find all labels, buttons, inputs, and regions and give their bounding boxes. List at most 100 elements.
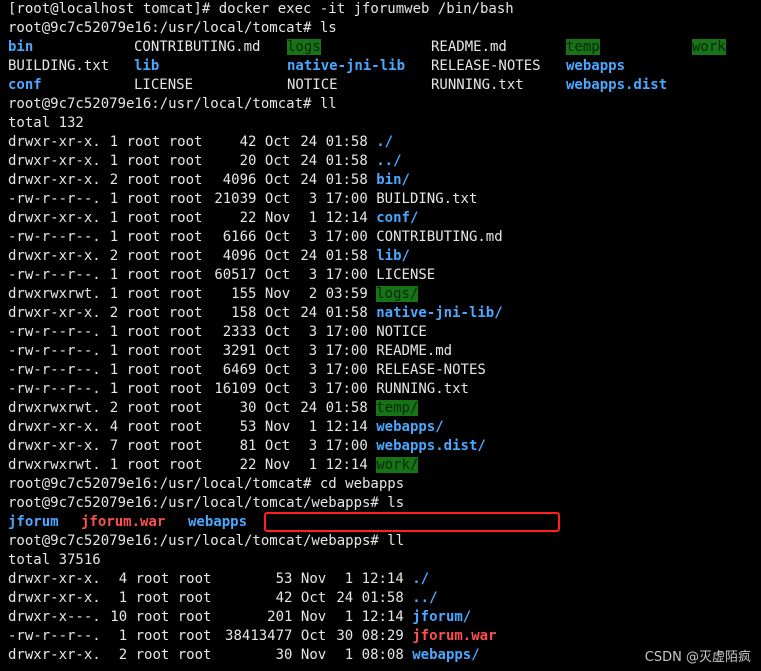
ls-entry: CONTRIBUTING.md <box>134 39 261 55</box>
ls-entry: RUNNING.txt <box>431 77 524 93</box>
text-fragment <box>160 153 168 169</box>
text-fragment <box>118 286 126 302</box>
text-fragment <box>101 191 109 207</box>
text-fragment <box>256 438 264 454</box>
month: Oct <box>264 343 291 359</box>
command-text: [root@localhost tomcat]# docker exec -it… <box>8 1 514 17</box>
file-size: 22 <box>239 457 257 473</box>
text-fragment <box>404 628 412 644</box>
permissions: drwxr-xr-x. <box>8 248 101 264</box>
text-fragment <box>317 324 325 340</box>
owner: root <box>135 609 170 625</box>
ll-row: drwxr-xr-x. 1 root root 22 Nov 1 12:14 con… <box>8 209 758 228</box>
ls-entry: BUILDING.txt <box>8 58 110 74</box>
text-fragment <box>160 305 168 321</box>
text-fragment <box>368 191 376 207</box>
permissions: drwxr-xr-x. <box>8 153 101 169</box>
month: Oct <box>264 229 291 245</box>
text-fragment <box>353 590 361 606</box>
text-fragment <box>101 362 109 378</box>
ls-entry: native-jni-lib <box>287 58 406 74</box>
owner: root <box>126 267 161 283</box>
time: 01:58 <box>325 134 368 150</box>
text-fragment <box>118 457 126 473</box>
text-fragment <box>101 609 109 625</box>
text-fragment <box>317 438 325 454</box>
highlight-box <box>264 512 560 532</box>
text-fragment <box>292 628 300 644</box>
text-fragment <box>256 286 264 302</box>
file-name: bin/ <box>376 172 410 188</box>
text-fragment <box>118 134 126 150</box>
text-fragment <box>118 400 126 416</box>
day: 3 <box>308 229 318 245</box>
ls-entry-cell: bin <box>8 38 134 57</box>
time: 12:14 <box>325 210 368 226</box>
time: 17:00 <box>325 343 368 359</box>
text-fragment <box>368 324 376 340</box>
text-fragment <box>169 571 177 587</box>
text-fragment <box>368 381 376 397</box>
text-fragment <box>317 343 325 359</box>
month: Oct <box>264 438 291 454</box>
file-size: 30 <box>275 647 293 663</box>
ll-row: drwxrwxrwt. 1 root root 155 Nov 2 03:59 lo… <box>8 285 758 304</box>
time: 01:58 <box>325 153 368 169</box>
ll-row: -rw-r--r--. 1 root root 16109 Oct 3 17:00 … <box>8 380 758 399</box>
text-fragment <box>160 457 168 473</box>
text-fragment <box>101 248 109 264</box>
file-size: 201 <box>267 609 293 625</box>
time: 17:00 <box>325 362 368 378</box>
link-count: 4 <box>118 571 128 587</box>
day: 3 <box>308 343 318 359</box>
link-count: 2 <box>109 248 119 264</box>
text-fragment <box>118 191 126 207</box>
owner: root <box>126 381 161 397</box>
owner: root <box>126 343 161 359</box>
group: root <box>168 381 203 397</box>
file-size: 22 <box>239 210 257 226</box>
permissions: drwxr-xr-x. <box>8 647 101 663</box>
text-fragment <box>353 609 361 625</box>
ls-entry-cell: work <box>692 38 752 57</box>
owner: root <box>126 438 161 454</box>
group: root <box>168 343 203 359</box>
text-fragment <box>292 609 300 625</box>
owner: root <box>135 571 170 587</box>
month: Nov <box>300 609 327 625</box>
owner: root <box>126 172 161 188</box>
owner: root <box>135 647 170 663</box>
file-name: native-jni-lib/ <box>376 305 503 321</box>
day: 3 <box>308 362 318 378</box>
text-fragment <box>101 571 109 587</box>
ll-row: drwxr-x---. 10 root root 201 Nov 1 12:14 j… <box>8 608 758 627</box>
text-fragment <box>256 419 264 435</box>
ls-entry: logs <box>287 39 321 55</box>
text-fragment <box>160 381 168 397</box>
link-count: 2 <box>109 400 119 416</box>
file-name: conf/ <box>376 210 419 226</box>
file-name: CONTRIBUTING.md <box>376 229 503 245</box>
permissions: -rw-r--r--. <box>8 267 101 283</box>
month: Oct <box>264 134 291 150</box>
permissions: drwxr-xr-x. <box>8 419 101 435</box>
ls-entry-cell: webapps <box>188 513 268 532</box>
text-fragment <box>101 590 109 606</box>
text-fragment <box>256 153 264 169</box>
ls-entry-cell: NOTICE <box>287 76 431 95</box>
day: 1 <box>308 457 318 473</box>
link-count: 1 <box>109 362 119 378</box>
file-name: ../ <box>412 590 438 606</box>
command-line: root@9c7c52079e16:/usr/local/tomcat/weba… <box>8 494 758 513</box>
time: 12:14 <box>325 419 368 435</box>
group: root <box>168 248 203 264</box>
time: 17:00 <box>325 324 368 340</box>
ls-entry-cell: lib <box>134 57 287 76</box>
month: Oct <box>264 381 291 397</box>
terminal-output[interactable]: [root@localhost tomcat]# docker exec -it… <box>8 0 758 665</box>
command-text: root@9c7c52079e16:/usr/local/tomcat# cd … <box>8 476 405 492</box>
text-fragment <box>317 248 325 264</box>
text-fragment <box>160 191 168 207</box>
text-fragment <box>160 248 168 264</box>
permissions: drwxr-xr-x. <box>8 305 101 321</box>
